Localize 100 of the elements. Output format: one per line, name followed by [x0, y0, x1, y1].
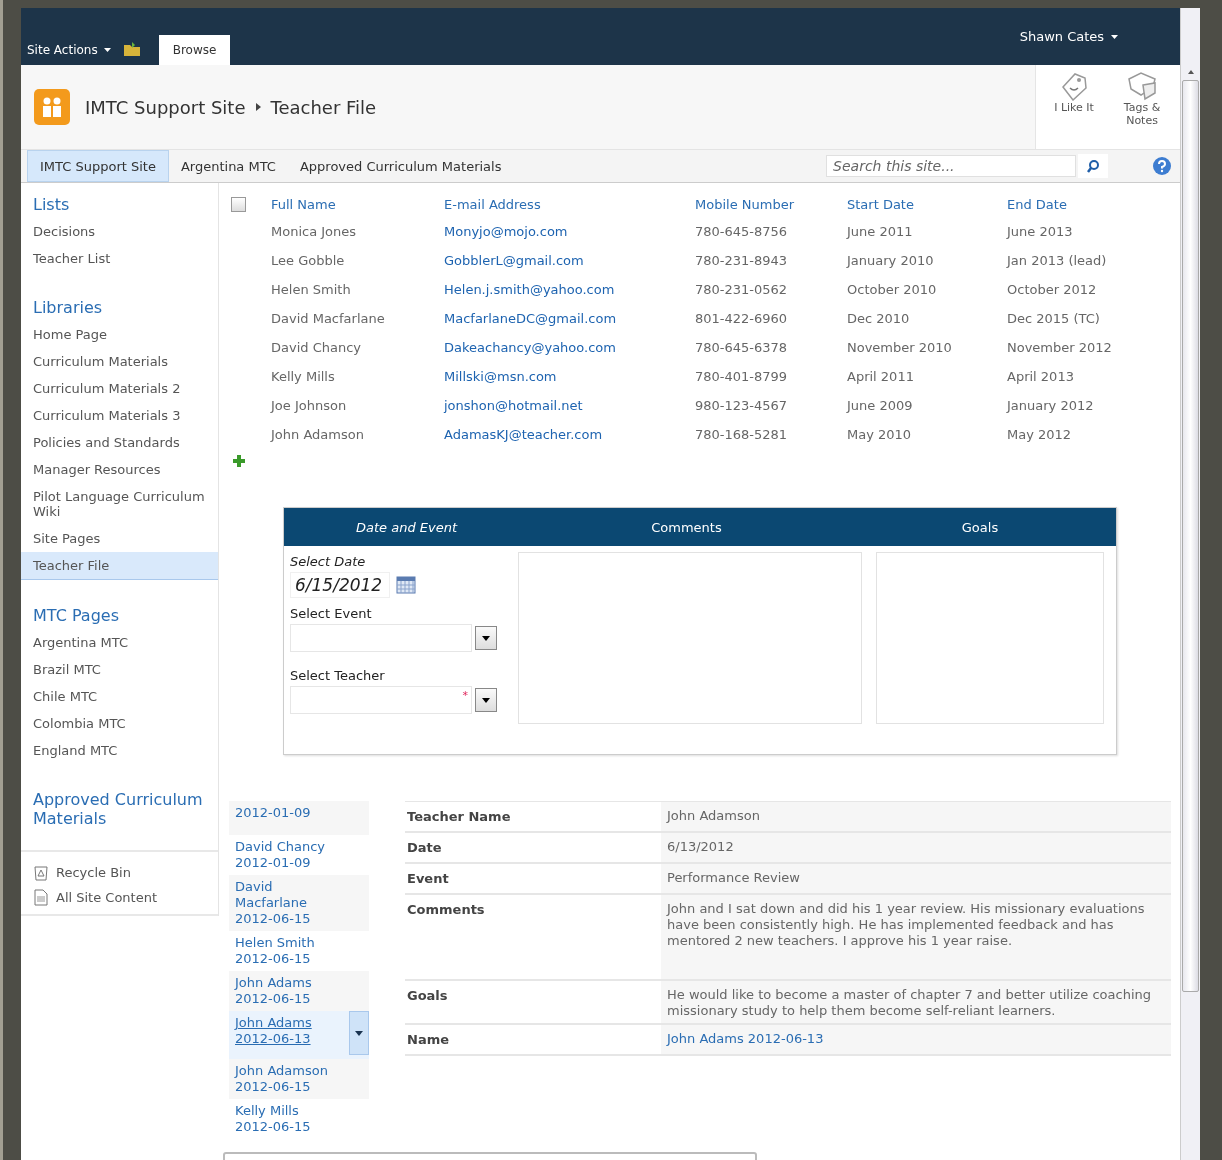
entry-item[interactable]: John Adamson 2012-06-15 — [229, 1059, 369, 1099]
entry-link[interactable]: David Macfarlane 2012-06-15 — [235, 879, 347, 927]
entry-item[interactable]: David Macfarlane 2012-06-15 — [229, 875, 369, 931]
caret-icon — [482, 697, 490, 703]
like-button[interactable]: I Like It — [1040, 69, 1109, 149]
quick-launch-heading[interactable]: Approved Curriculum Materials — [21, 788, 218, 832]
entry-item[interactable]: John Adams 2012-06-15 — [229, 971, 369, 1011]
email-link[interactable]: Monyjo@mojo.com — [444, 224, 695, 239]
table-cell-text: April 2013 — [1007, 369, 1075, 384]
user-menu[interactable]: Shawn Cates — [1013, 28, 1125, 45]
quick-launch-item[interactable]: Chile MTC — [21, 683, 218, 710]
quick-launch-item[interactable]: England MTC — [21, 737, 218, 764]
column-header[interactable]: Full Name — [271, 196, 444, 212]
table-cell-text: June 2009 — [847, 398, 914, 413]
quick-launch-item[interactable]: Brazil MTC — [21, 656, 218, 683]
entry-item[interactable]: Helen Smith 2012-06-15 — [229, 931, 369, 971]
column-header[interactable]: End Date — [1007, 196, 1157, 212]
table-cell-text: 780-401-8799 — [695, 369, 789, 384]
item-link[interactable]: John Adams 2012-06-13 — [667, 1031, 824, 1046]
form-column-header: Date and Event — [354, 519, 459, 535]
entry-item[interactable]: Kelly Mills 2012-06-15 — [229, 1099, 369, 1139]
quick-launch-item[interactable]: Pilot Language Curriculum Wiki — [21, 483, 218, 525]
quick-launch-item[interactable]: Argentina MTC — [21, 629, 218, 656]
calendar-icon[interactable] — [396, 576, 416, 594]
recycle-bin-link[interactable]: Recycle Bin — [33, 862, 218, 883]
quick-launch-item[interactable]: Teacher List — [21, 245, 218, 272]
scrollbar[interactable] — [1180, 8, 1200, 1160]
entry-item[interactable]: John Adams 2012-06-13 — [229, 1011, 369, 1059]
quick-launch-item[interactable]: Policies and Standards — [21, 429, 218, 456]
select-all-checkbox[interactable] — [231, 196, 246, 212]
column-header[interactable]: Mobile Number — [695, 196, 847, 212]
entry-link[interactable]: John Adams 2012-06-15 — [235, 975, 347, 1007]
scroll-up-icon[interactable] — [1185, 68, 1196, 76]
email-link[interactable]: MacfarlaneDC@gmail.com — [444, 311, 695, 326]
search-button[interactable] — [1078, 154, 1109, 178]
column-header[interactable]: E-mail Address — [444, 196, 695, 212]
entry-link[interactable]: John Adamson 2012-06-15 — [235, 1063, 347, 1095]
column-header[interactable]: Start Date — [847, 196, 1007, 212]
nav-tab[interactable]: IMTC Support Site — [27, 150, 169, 182]
value-text: 6/13/2012 — [667, 839, 734, 854]
quick-launch-item[interactable]: Curriculum Materials — [21, 348, 218, 375]
field-label: Select Event — [290, 606, 373, 621]
date-field[interactable]: 6/15/2012 — [290, 572, 390, 598]
entry-link[interactable]: John Adams 2012-06-13 — [235, 1015, 347, 1047]
quick-launch-heading[interactable]: Lists — [21, 193, 82, 218]
value-text: John and I sat down and did his 1 year review. His missionary evaluations have been consistently high. He has implemented feedback and has mentored 2 new teachers. I approve his 1 year raise. — [667, 901, 1145, 948]
entry-item[interactable]: 2012-01-09 — [229, 801, 369, 835]
dropdown-button[interactable] — [475, 688, 497, 712]
goals-field[interactable] — [876, 552, 1104, 724]
table-cell-text: May 2012 — [1007, 427, 1073, 442]
table-cell-text: Jan 2013 (lead) — [1007, 253, 1108, 268]
teacher-dropdown[interactable]: * — [290, 686, 472, 714]
quick-launch-item[interactable]: Manager Resources — [21, 456, 218, 483]
help-icon[interactable] — [1152, 156, 1173, 176]
add-icon[interactable] — [233, 455, 245, 467]
dropdown-button[interactable] — [475, 626, 497, 650]
value-text: He would like to become a master of chapter 7 and better utilize coaching missionary study to help them become self-reliant learners. — [667, 987, 1151, 1018]
ribbon-tab[interactable]: Browse — [158, 35, 231, 65]
quick-launch-item[interactable]: Site Pages — [21, 525, 218, 552]
email-link[interactable]: Helen.j.smith@yahoo.com — [444, 282, 695, 297]
table-cell-text: 801-422-6960 — [695, 311, 789, 326]
quick-launch-item[interactable]: Home Page — [21, 321, 218, 348]
email-link[interactable]: GobblerL@gmail.com — [444, 253, 695, 268]
field-label: Date — [406, 839, 443, 857]
table-cell-text: 780-168-5281 — [695, 427, 789, 442]
nav-tab[interactable]: Approved Curriculum Materials — [287, 150, 514, 182]
table-cell-text: April 2011 — [847, 369, 915, 384]
breadcrumb-arrow-icon — [255, 103, 261, 111]
entry-link[interactable]: Helen Smith 2012-06-15 — [235, 935, 347, 967]
email-link[interactable]: jonshon@hotmail.net — [444, 398, 695, 413]
quick-launch-heading[interactable]: Libraries — [21, 296, 115, 321]
quick-launch-item[interactable]: Curriculum Materials 3 — [21, 402, 218, 429]
tags-notes-button[interactable]: Tags & Notes — [1108, 69, 1177, 149]
all-site-content-link[interactable]: All Site Content — [33, 887, 218, 908]
scrollbar-thumb[interactable] — [1182, 80, 1199, 992]
table-cell-text: David Chancy — [271, 340, 363, 355]
quick-launch-item[interactable]: Curriculum Materials 2 — [21, 375, 218, 402]
email-link[interactable]: Dakeachancy@yahoo.com — [444, 340, 695, 355]
quick-launch-heading[interactable]: MTC Pages — [21, 604, 131, 629]
entry-link[interactable]: 2012-01-09 — [235, 805, 347, 821]
entry-link[interactable]: Kelly Mills 2012-06-15 — [235, 1103, 347, 1135]
comments-field[interactable] — [518, 552, 862, 724]
site-actions-menu[interactable]: Site Actions — [27, 43, 111, 65]
search-field[interactable]: Search this site... — [826, 155, 1077, 177]
breadcrumb-link[interactable]: IMTC Support Site — [85, 96, 246, 118]
entry-item[interactable]: David Chancy 2012-01-09 — [229, 835, 369, 875]
email-link[interactable]: AdamasKJ@teacher.com — [444, 427, 695, 442]
email-link[interactable]: Millski@msn.com — [444, 369, 695, 384]
breadcrumb-link[interactable]: Teacher File — [270, 96, 377, 118]
entry-link[interactable]: David Chancy 2012-01-09 — [235, 839, 347, 871]
quick-launch-item[interactable]: Decisions — [21, 218, 218, 245]
table-cell-text: January 2010 — [847, 253, 935, 268]
table-cell-text: October 2012 — [1007, 282, 1098, 297]
table-cell-text: 780-645-8756 — [695, 224, 789, 239]
nav-tab[interactable]: Argentina MTC — [168, 150, 288, 182]
caret-icon — [103, 48, 111, 52]
folder-icon[interactable] — [122, 41, 141, 57]
item-menu-button[interactable] — [349, 1011, 369, 1055]
quick-launch-item[interactable]: Colombia MTC — [21, 710, 218, 737]
quick-launch-item[interactable]: Teacher File — [21, 552, 218, 580]
